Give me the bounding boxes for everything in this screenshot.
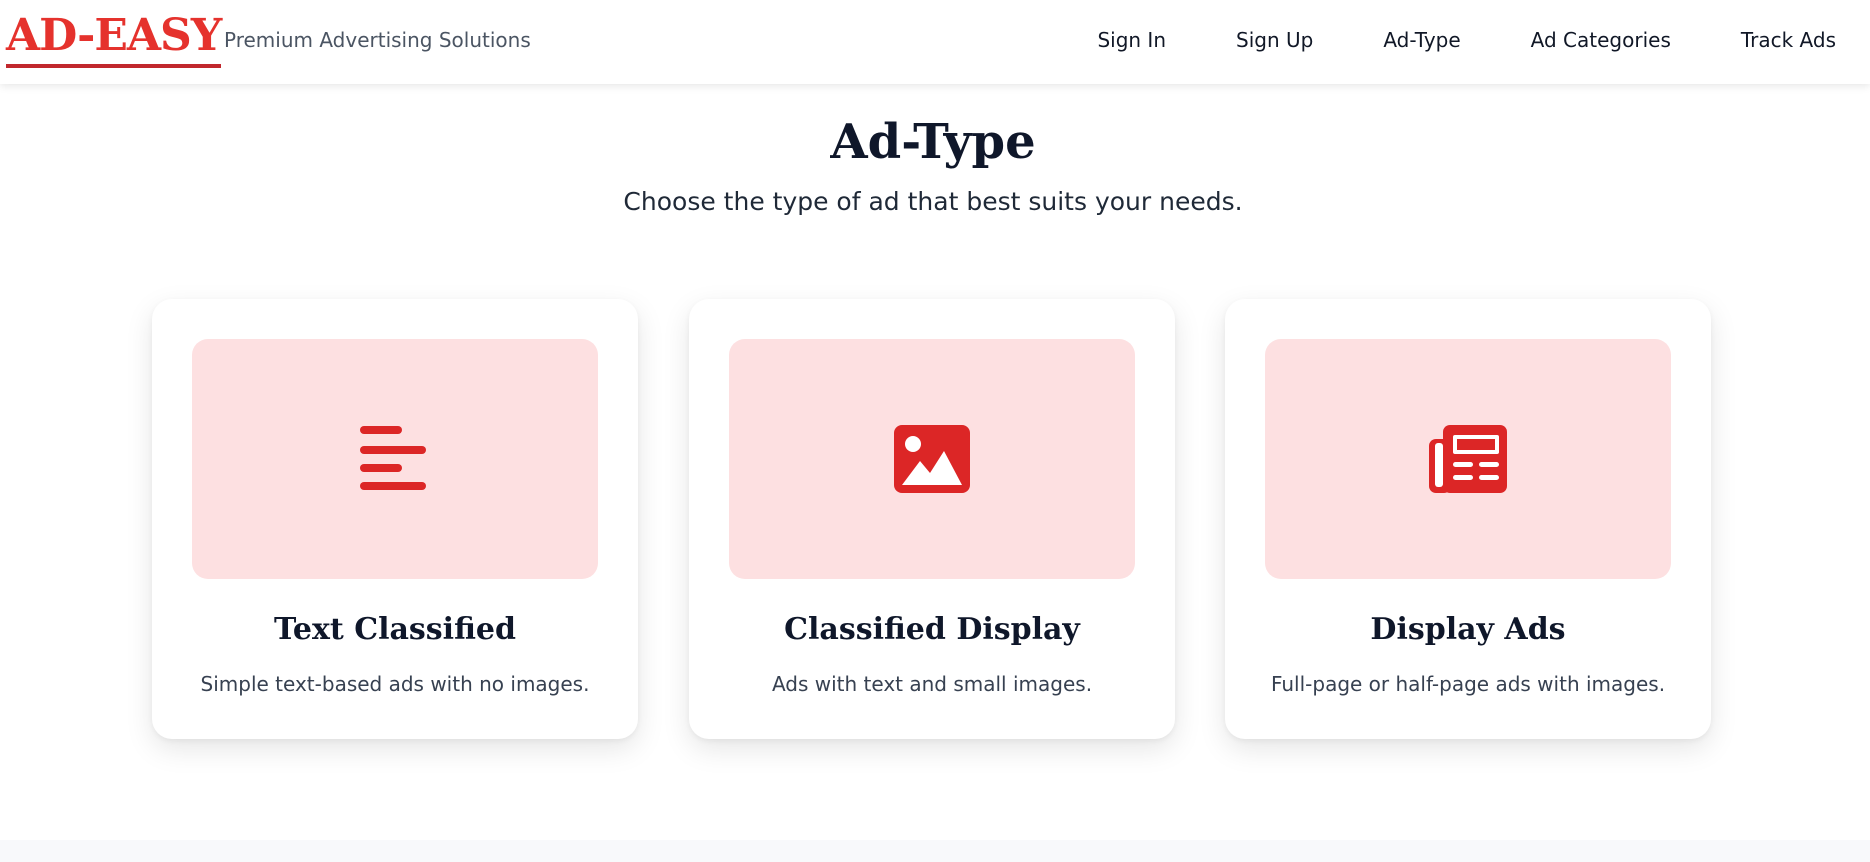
nav-link-ad-type[interactable]: Ad-Type (1383, 27, 1460, 53)
nav-link-sign-in[interactable]: Sign In (1097, 27, 1166, 53)
ad-type-card-classified-display[interactable]: Classified Display Ads with text and sma… (689, 299, 1175, 739)
site-tagline: Premium Advertising Solutions (224, 28, 531, 52)
nav-link-track-ads[interactable]: Track Ads (1741, 27, 1836, 53)
card-media (729, 339, 1135, 579)
image-icon (894, 425, 970, 493)
card-media (192, 339, 598, 579)
card-description: Ads with text and small images. (771, 672, 1093, 696)
text-lines-icon (360, 426, 426, 490)
page-subtitle: Choose the type of ad that best suits yo… (623, 187, 1243, 216)
card-title: Classified Display (784, 612, 1080, 647)
newspaper-icon (1429, 425, 1507, 493)
site-logo[interactable]: AD-EASY (6, 14, 222, 68)
card-description: Simple text-based ads with no images. (200, 672, 590, 696)
ad-type-card-display-ads[interactable]: Display Ads Full-page or half-page ads w… (1225, 299, 1711, 739)
nav-link-ad-categories[interactable]: Ad Categories (1531, 27, 1671, 53)
nav-link-sign-up[interactable]: Sign Up (1236, 27, 1313, 53)
card-description: Full-page or half-page ads with images. (1270, 672, 1666, 696)
footer-strip (0, 840, 1870, 862)
card-media (1265, 339, 1671, 579)
main-nav: Sign In Sign Up Ad-Type Ad Categories Tr… (1097, 27, 1836, 53)
page-title: Ad-Type (830, 114, 1036, 170)
card-title: Text Classified (274, 612, 516, 647)
ad-type-card-text-classified[interactable]: Text Classified Simple text-based ads wi… (152, 299, 638, 739)
site-header: AD-EASY Premium Advertising Solutions Si… (0, 0, 1870, 84)
card-title: Display Ads (1370, 612, 1566, 647)
